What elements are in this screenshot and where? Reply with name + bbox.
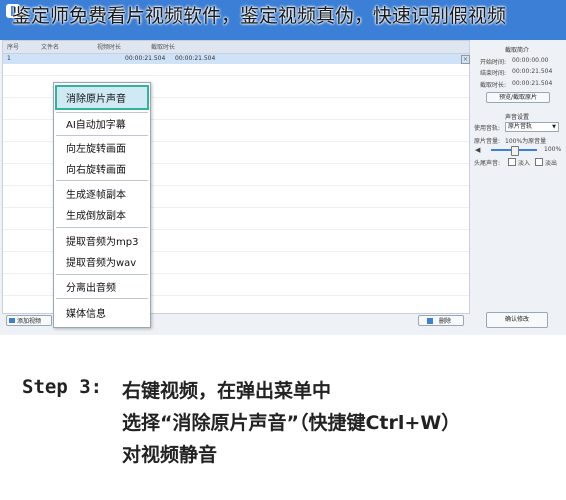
- app-screenshot: 序号 文件名 视频时长 截取时长 1 00:00:21.504 00:00:21…: [0, 0, 566, 335]
- headline-overlay: 鉴定师免费看片视频软件，鉴定视频真伪，快速识别假视频: [12, 5, 507, 27]
- row-duration: 00:00:21.504: [125, 55, 166, 62]
- row-remove-icon[interactable]: ×: [461, 55, 470, 64]
- fade-in-label: 淡入: [518, 160, 531, 167]
- menu-item-media-info[interactable]: 媒体信息: [66, 305, 106, 320]
- menu-separator: [56, 135, 148, 136]
- end-time-label: 结束时间:: [480, 70, 507, 77]
- clip-length-label: 截取时长:: [480, 82, 507, 89]
- menu-separator: [56, 227, 148, 228]
- clip-section-title: 截取简介: [504, 47, 529, 54]
- delete-button[interactable]: 删除: [418, 315, 464, 326]
- fade-out-label: 淡出: [545, 160, 558, 167]
- preview-clip-button[interactable]: 预览/截取原片: [486, 92, 550, 103]
- step-instruction-line-2: 选择“消除原片声音”（快捷键Ctrl+W）: [122, 412, 461, 434]
- volume-label: 原片音量:: [474, 138, 501, 145]
- step-label: Step 3:: [22, 376, 103, 398]
- menu-item-extract-mp3[interactable]: 提取音频为mp3: [66, 233, 138, 248]
- menu-separator: [56, 112, 148, 113]
- menu-item-split-audio[interactable]: 分离出音频: [66, 279, 116, 294]
- menu-item-remove-audio[interactable]: 消除原片声音: [66, 90, 126, 105]
- step-instruction-line-3: 对视频静音: [122, 444, 218, 466]
- menu-item-reverse-copy[interactable]: 生成倒放副本: [66, 207, 126, 222]
- table-row[interactable]: 1 00:00:21.504 00:00:21.504 ×: [3, 54, 470, 64]
- confirm-button[interactable]: 确认修改: [486, 312, 548, 328]
- col-header-duration[interactable]: 视频时长: [97, 42, 121, 51]
- start-time-value[interactable]: 00:00:00.00: [512, 57, 549, 64]
- clip-length-value: 00:00:21.504: [512, 80, 553, 87]
- fade-in-checkbox[interactable]: [508, 158, 516, 166]
- menu-separator: [56, 298, 148, 299]
- context-menu: 消除原片声音 AI自动加字幕 向左旋转画面 向右旋转画面 生成逐帧副本 生成倒放…: [53, 82, 151, 328]
- step-instruction-line-1: 右键视频，在弹出菜单中: [122, 380, 332, 402]
- menu-item-frame-copy[interactable]: 生成逐帧副本: [66, 186, 126, 201]
- menu-item-extract-wav[interactable]: 提取音频为wav: [66, 254, 136, 269]
- add-video-button[interactable]: 添加视频: [6, 315, 52, 326]
- menu-item-ai-subtitles[interactable]: AI自动加字幕: [66, 116, 126, 131]
- row-divider: [3, 75, 469, 76]
- menu-item-rotate-left[interactable]: 向左旋转画面: [66, 140, 126, 155]
- volume-value: 100%: [544, 146, 562, 153]
- fade-label: 头尾声音:: [474, 160, 501, 167]
- table-header: 序号 文件名 视频时长 截取时长: [3, 41, 469, 54]
- trash-icon: [427, 318, 433, 324]
- fade-out-checkbox[interactable]: [535, 158, 543, 166]
- row-no: 1: [7, 55, 11, 62]
- start-time-label: 开始时间:: [480, 59, 507, 66]
- settings-panel: 截取简介 开始时间: 00:00:00.00 结束时间: 00:00:21.50…: [470, 40, 564, 335]
- audio-section-title: 声音设置: [504, 114, 529, 121]
- end-time-value[interactable]: 00:00:21.504: [512, 68, 552, 75]
- audio-track-select[interactable]: 原片音轨 ▼: [505, 122, 559, 132]
- menu-item-rotate-right[interactable]: 向右旋转画面: [66, 161, 126, 176]
- volume-note: 100%为原音量: [505, 138, 547, 145]
- audio-track-value: 原片音轨: [508, 123, 533, 130]
- delete-label: 删除: [439, 318, 452, 325]
- chevron-down-icon: ▼: [552, 124, 556, 130]
- add-video-icon: [9, 318, 15, 323]
- col-header-clip[interactable]: 截取时长: [151, 42, 175, 51]
- row-clip: 00:00:21.504: [175, 55, 216, 62]
- volume-slider-handle[interactable]: [511, 146, 519, 156]
- col-header-name[interactable]: 文件名: [41, 42, 59, 51]
- col-header-no[interactable]: 序号: [7, 42, 19, 51]
- add-video-label: 添加视频: [17, 318, 42, 325]
- menu-separator: [56, 274, 148, 275]
- audio-track-label: 使用音轨:: [474, 125, 501, 132]
- speaker-icon[interactable]: ◀: [475, 146, 480, 154]
- menu-separator: [56, 180, 148, 181]
